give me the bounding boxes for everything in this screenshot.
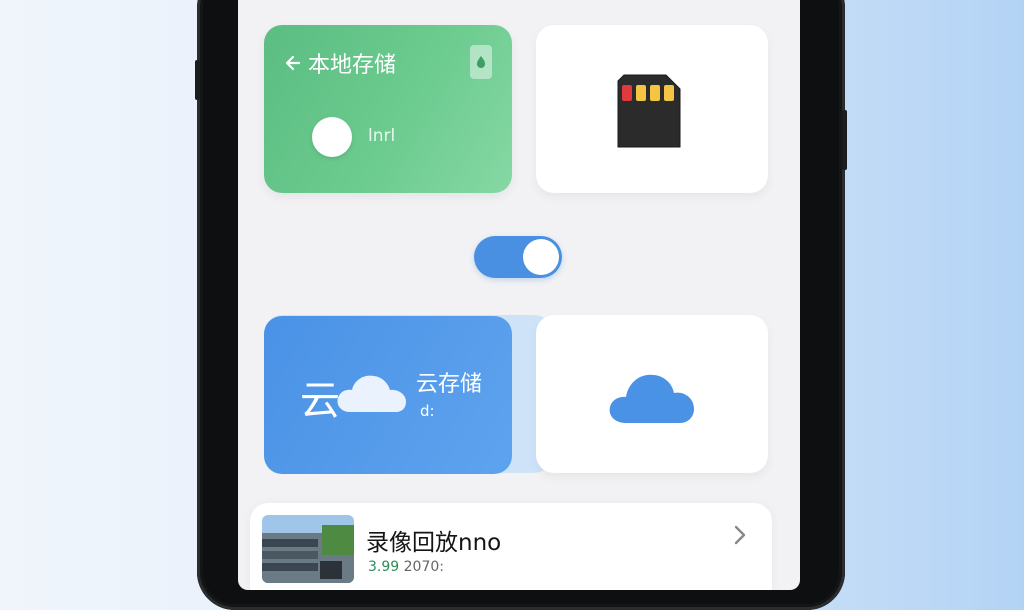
playback-time: 2070: [403,559,444,575]
toggle-knob [523,239,559,275]
cloud-storage-card[interactable]: 云 云存储 d: [264,316,512,474]
local-storage-header[interactable]: 本地存储 [280,47,396,79]
local-storage-title: 本地存储 [308,53,397,78]
playback-meta: 3.99 2070: [368,559,444,575]
storage-toggle-switch[interactable] [474,236,562,278]
local-storage-indicator[interactable] [312,117,352,157]
playback-thumbnail [262,515,354,583]
cloud-storage-title: 云存储 [416,372,483,397]
playback-title: 录像回放nno [366,530,502,556]
sim-chip-icon [470,45,492,79]
video-playback-item[interactable]: 录像回放nno 3.99 2070: [250,503,772,590]
phone-side-button [842,110,847,170]
back-arrow-icon[interactable] [280,52,302,74]
app-screen: 本地存储 lnrl 云 云存储 d: 录像回放nno 3.99 2070: [238,0,800,590]
sd-card-icon [617,74,681,148]
cloud-tile[interactable] [536,315,768,473]
phone-side-button [195,60,200,100]
cloud-icon [337,375,406,412]
chevron-right-icon[interactable] [730,523,750,547]
local-storage-subtitle: lnrl [368,126,396,146]
cloud-icon [609,374,694,423]
local-storage-card[interactable]: 本地存储 lnrl [264,25,512,193]
playback-date: 3.99 [368,559,400,575]
sd-card-tile[interactable] [536,25,768,193]
cloud-storage-subtitle: d: [420,402,435,420]
